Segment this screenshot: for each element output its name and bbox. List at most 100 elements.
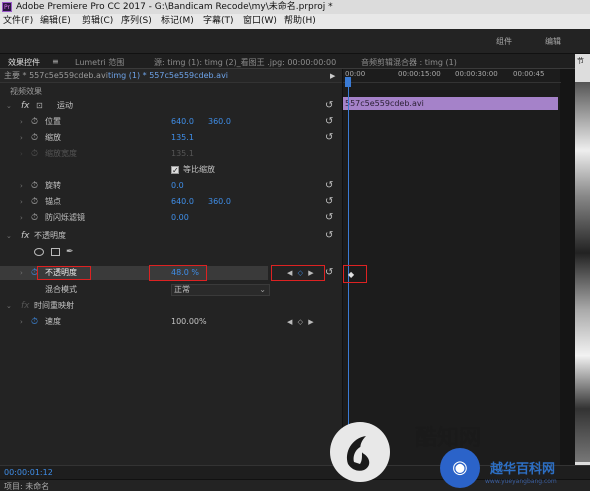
watermark-text-block: 酷知网: [415, 418, 535, 458]
menu-clip[interactable]: 剪辑(C): [82, 14, 113, 29]
rectangle-mask-icon[interactable]: [51, 248, 60, 256]
anchor-point-row: › ⏱ 锚点 640.0 360.0 ↺: [0, 195, 342, 209]
reset-icon[interactable]: ↺: [325, 179, 333, 193]
chevron-right-icon[interactable]: ›: [20, 179, 23, 193]
stopwatch-icon[interactable]: ⏱: [31, 115, 38, 129]
reset-icon[interactable]: ↺: [325, 211, 333, 225]
chevron-right-icon[interactable]: ›: [20, 266, 23, 280]
add-keyframe-icon[interactable]: ◇: [298, 318, 303, 326]
position-x-value[interactable]: 640.0: [171, 115, 194, 129]
chevron-down-icon[interactable]: ⌄: [6, 229, 12, 243]
panel-menu-icon[interactable]: ≡: [52, 57, 59, 66]
stopwatch-icon[interactable]: ⏱: [31, 195, 38, 209]
play-only-audio-icon[interactable]: ▶: [330, 69, 335, 83]
motion-effect-row[interactable]: ⌄ fx ⊡ 运动 ↺: [0, 99, 342, 113]
scale-width-value: 135.1: [171, 149, 194, 158]
uniform-scale-row: 等比缩放: [0, 163, 342, 178]
chevron-right-icon[interactable]: ›: [20, 211, 23, 225]
highlight-keyframe: [343, 265, 367, 283]
stopwatch-active-icon[interactable]: ⏱: [31, 315, 38, 329]
stopwatch-icon[interactable]: ⏱: [31, 179, 38, 193]
blend-mode-select[interactable]: 正常 ⌄: [171, 284, 270, 296]
reset-icon[interactable]: ↺: [325, 115, 333, 129]
watermark-logo-icon: [346, 436, 370, 471]
previous-keyframe-icon[interactable]: ◀: [287, 318, 292, 326]
speed-row: › ⏱ 速度 100.00% ◀ ◇ ▶: [0, 315, 342, 329]
chevron-right-icon[interactable]: ›: [20, 195, 23, 209]
keyframe-nav: ◀ ◇ ▶: [287, 315, 314, 329]
tab-effect-controls[interactable]: 效果控件: [8, 57, 40, 72]
scale-label: 缩放: [45, 133, 61, 142]
ruler-tick: 00:00:15:00: [398, 70, 441, 78]
clip-bar[interactable]: 557c5e559cdeb.avi: [343, 97, 558, 110]
menu-bar: 文件(F) 编辑(E) 剪辑(C) 序列(S) 标记(M) 字幕(T) 窗口(W…: [0, 14, 590, 29]
fx-icon[interactable]: fx: [21, 99, 30, 113]
time-remap-label: 时间重映射: [34, 301, 74, 310]
sequence-clip-label[interactable]: timg (1) * 557c5e559cdeb.avi: [108, 69, 228, 83]
scale-width-label: 缩放宽度: [45, 149, 77, 158]
motion-transform-icon[interactable]: ⊡: [36, 99, 43, 113]
uniform-scale-checkbox[interactable]: [171, 164, 179, 178]
scale-row: › ⏱ 缩放 135.1 ↺: [0, 131, 342, 145]
tab-lumetri-scopes[interactable]: Lumetri 范围: [75, 57, 124, 68]
timecode-display[interactable]: 00:00:01:12: [4, 468, 53, 477]
menu-edit[interactable]: 编辑(E): [40, 14, 71, 29]
ellipse-mask-icon[interactable]: [34, 248, 44, 256]
time-remap-row[interactable]: ⌄ fx 时间重映射: [0, 299, 342, 313]
anchor-y-value[interactable]: 360.0: [208, 195, 231, 209]
chevron-down-icon: ⌄: [259, 285, 266, 294]
highlight-opacity-value: [149, 265, 207, 281]
tab-audio-clip-mixer[interactable]: 音频剪辑混合器 : timg (1): [361, 57, 457, 68]
scale-value[interactable]: 135.1: [171, 131, 194, 145]
workspace-assembly[interactable]: 组件: [496, 36, 512, 47]
master-clip-label[interactable]: 主要 * 557c5e559cdeb.avi: [4, 69, 108, 83]
pen-mask-icon[interactable]: ✒: [66, 245, 74, 259]
menu-marker[interactable]: 标记(M): [161, 14, 194, 29]
opacity-section-label: 不透明度: [34, 231, 66, 240]
anchor-x-value[interactable]: 640.0: [171, 195, 194, 209]
program-monitor-tab[interactable]: 节: [577, 56, 584, 66]
chevron-right-icon: ›: [20, 150, 23, 158]
menu-file[interactable]: 文件(F): [3, 14, 33, 29]
ruler-tick: 00:00:45: [513, 70, 545, 78]
mask-tools-row: ✒: [0, 245, 342, 259]
opacity-effect-row[interactable]: ⌄ fx 不透明度 ↺: [0, 229, 342, 243]
highlight-opacity-label: [37, 266, 91, 280]
reset-icon[interactable]: ↺: [325, 131, 333, 145]
menu-help[interactable]: 帮助(H): [284, 14, 316, 29]
reset-icon[interactable]: ↺: [325, 229, 333, 243]
anti-flicker-value[interactable]: 0.00: [171, 211, 189, 225]
time-ruler[interactable]: 00:00 00:00:15:00 00:00:30:00 00:00:45: [343, 69, 561, 83]
chevron-right-icon[interactable]: ›: [20, 131, 23, 145]
fx-icon[interactable]: fx: [21, 229, 30, 243]
fx-icon: fx: [21, 301, 30, 311]
reset-icon[interactable]: ↺: [325, 266, 333, 280]
speed-label: 速度: [45, 317, 61, 326]
tab-project[interactable]: 项目: 未命名: [4, 481, 49, 491]
workspace-editing[interactable]: 编辑: [545, 36, 561, 47]
reset-icon[interactable]: ↺: [325, 99, 333, 113]
motion-label: 运动: [57, 101, 73, 110]
rotation-value[interactable]: 0.0: [171, 179, 184, 193]
program-monitor-fragment: 节: [575, 54, 590, 465]
speed-value[interactable]: 100.00%: [171, 315, 207, 329]
position-y-value[interactable]: 360.0: [208, 115, 231, 129]
next-keyframe-icon[interactable]: ▶: [308, 318, 313, 326]
clip-header: 主要 * 557c5e559cdeb.avi timg (1) * 557c5e…: [0, 69, 342, 83]
menu-window[interactable]: 窗口(W): [243, 14, 277, 29]
chevron-down-icon[interactable]: ⌄: [6, 299, 12, 313]
chevron-right-icon[interactable]: ›: [20, 115, 23, 129]
stopwatch-icon[interactable]: ⏱: [31, 211, 38, 225]
highlight-keyframe-controls: [271, 265, 325, 281]
stopwatch-icon[interactable]: ⏱: [31, 131, 38, 145]
chevron-down-icon[interactable]: ⌄: [6, 99, 12, 113]
blend-mode-value: 正常: [174, 285, 190, 294]
tab-source-monitor[interactable]: 源: timg (1): timg (2)_看图王 .jpg: 00:00:00…: [154, 57, 336, 68]
effect-controls-timeline: 00:00 00:00:15:00 00:00:30:00 00:00:45 5…: [342, 69, 561, 465]
reset-icon[interactable]: ↺: [325, 195, 333, 209]
panel-divider: [560, 69, 575, 465]
menu-title[interactable]: 字幕(T): [203, 14, 234, 29]
effect-controls-properties: 主要 * 557c5e559cdeb.avi timg (1) * 557c5e…: [0, 69, 342, 465]
menu-sequence[interactable]: 序列(S): [121, 14, 152, 29]
chevron-right-icon[interactable]: ›: [20, 315, 23, 329]
